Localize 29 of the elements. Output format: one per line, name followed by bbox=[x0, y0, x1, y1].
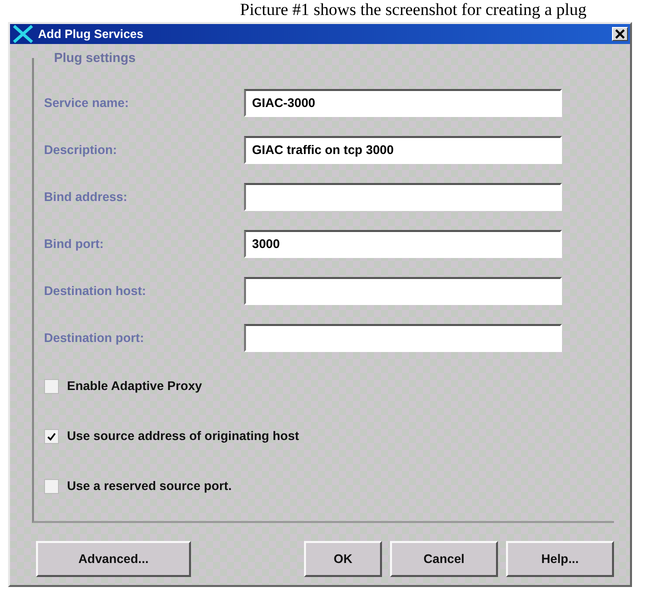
dialog-button[interactable]: Help... bbox=[506, 541, 614, 577]
checkbox-label: Enable Adaptive Proxy bbox=[67, 379, 202, 393]
checkbox[interactable] bbox=[44, 378, 59, 394]
group-title: Plug settings bbox=[54, 50, 136, 65]
dialog-button[interactable]: OK bbox=[304, 541, 382, 577]
field-label: Description: bbox=[44, 142, 118, 156]
window-title: Add Plug Services bbox=[38, 27, 144, 41]
close-button[interactable] bbox=[612, 27, 628, 41]
dialog-button[interactable]: Cancel bbox=[390, 541, 498, 577]
field-label: Bind port: bbox=[44, 236, 105, 250]
field-label: Service name: bbox=[44, 96, 130, 110]
field-label: Bind address: bbox=[44, 190, 128, 204]
checkbox-label: Use a reserved source port. bbox=[67, 479, 232, 493]
text-field[interactable] bbox=[244, 276, 562, 304]
checkbox[interactable] bbox=[44, 428, 59, 444]
app-logo-icon bbox=[12, 25, 34, 43]
text-field[interactable]: GIAC-3000 bbox=[244, 88, 562, 116]
close-icon bbox=[615, 29, 625, 39]
text-field[interactable]: GIAC traffic on tcp 3000 bbox=[244, 136, 562, 164]
text-field[interactable] bbox=[244, 324, 562, 352]
field-label: Destination host: bbox=[44, 284, 148, 298]
checkbox[interactable] bbox=[44, 478, 59, 494]
text-field[interactable] bbox=[244, 182, 562, 210]
checkbox-label: Use source address of originating host bbox=[67, 429, 299, 443]
caption-text: Picture #1 shows the screenshot for creating a plug bbox=[240, 0, 587, 19]
text-field[interactable]: 3000 bbox=[244, 230, 562, 258]
check-icon bbox=[47, 432, 56, 440]
dialog-button[interactable]: Advanced... bbox=[36, 541, 191, 577]
field-label: Destination port: bbox=[44, 330, 145, 344]
